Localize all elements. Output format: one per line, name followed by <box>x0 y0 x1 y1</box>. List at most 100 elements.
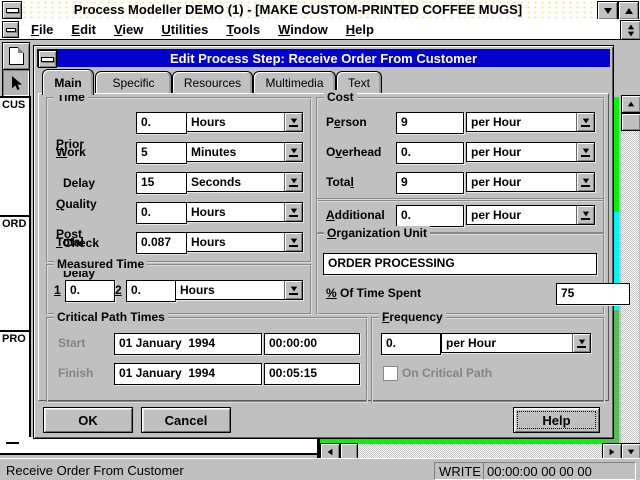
person-cost-unit-select[interactable]: per Hour <box>466 112 595 132</box>
cancel-button[interactable]: Cancel <box>141 407 231 433</box>
group-organization-unit: Organization Unit ORDER PROCESSING % Of … <box>316 233 605 315</box>
measured-1-label: 1 <box>54 284 61 297</box>
org-unit-field[interactable]: ORDER PROCESSING <box>323 253 597 275</box>
measured-unit-select[interactable]: Hours <box>175 280 303 300</box>
additional-cost-unit-select[interactable]: per Hour <box>466 205 595 225</box>
overhead-cost-label: Overhead <box>326 146 381 159</box>
time-spent-label: % Of Time Spent <box>326 287 421 300</box>
menu-item-file[interactable]: File <box>22 19 62 39</box>
tab-main[interactable]: Main <box>42 69 94 95</box>
tab-specific[interactable]: Specific <box>95 71 172 94</box>
menu-item-window[interactable]: Window <box>269 19 337 39</box>
diagram-lane-strip: CUS ORD PRO <box>0 96 31 454</box>
status-bar: Receive Order From Customer WRITE 00:00:… <box>0 458 640 480</box>
group-cost-label: Cost <box>324 90 357 104</box>
combo-arrow-icon[interactable] <box>284 233 302 251</box>
total-time-label: Total <box>56 236 84 249</box>
menu-item-edit[interactable]: Edit <box>62 19 105 39</box>
up-arrow-icon <box>628 102 634 107</box>
toolbar-new-button[interactable] <box>2 42 30 70</box>
child-restore-button[interactable] <box>620 20 640 40</box>
vscroll-up-button[interactable] <box>621 95 640 113</box>
measured-2-field[interactable]: 0. <box>126 280 176 302</box>
combo-arrow-icon[interactable] <box>284 143 302 161</box>
combo-arrow-icon[interactable] <box>284 173 302 191</box>
combo-arrow-icon[interactable] <box>576 113 594 131</box>
combo-arrow-icon[interactable] <box>284 203 302 221</box>
prior-delay-value-field[interactable]: 0. <box>136 112 187 134</box>
help-button[interactable]: Help <box>513 407 600 433</box>
timer-display: 00:00:00 00 00 00 <box>483 462 636 480</box>
dialog-titlebar: Edit Process Step: Receive Order From Cu… <box>37 49 610 67</box>
group-time: Time Prior Delay 0. Hours Work 5 Minutes… <box>46 97 312 263</box>
measured-1-field[interactable]: 0. <box>65 280 115 302</box>
menubar: File Edit View Utilities Tools Window He… <box>0 19 640 40</box>
write-mode-badge: WRITE <box>434 462 486 480</box>
work-value-field[interactable]: 5 <box>136 142 187 164</box>
combo-arrow-icon[interactable] <box>284 281 302 299</box>
combo-arrow-icon[interactable] <box>284 113 302 131</box>
quality-check-value-field[interactable]: 15 <box>136 172 187 194</box>
total-cost-field[interactable]: 9 <box>396 172 464 194</box>
minimize-icon <box>604 8 612 14</box>
total-time-unit-select[interactable]: Hours <box>186 232 303 252</box>
right-arrow-icon <box>610 448 615 454</box>
vscroll-track[interactable] <box>621 95 639 458</box>
person-cost-field[interactable]: 9 <box>396 112 464 134</box>
group-critical-path-label: Critical Path Times <box>54 310 168 324</box>
person-cost-label: Person <box>326 116 367 129</box>
vscroll-thumb[interactable] <box>621 113 640 131</box>
lane-divider <box>0 215 29 217</box>
status-message: Receive Order From Customer <box>6 463 184 478</box>
group-measured-time-label: Measured Time <box>54 257 147 271</box>
group-critical-path: Critical Path Times Start 01 January 199… <box>46 317 368 403</box>
arrow-cursor-icon <box>8 75 24 91</box>
menu-item-utilities[interactable]: Utilities <box>152 19 217 39</box>
combo-arrow-icon[interactable] <box>576 143 594 161</box>
combo-arrow-icon[interactable] <box>576 206 594 224</box>
post-delay-unit-select[interactable]: Hours <box>186 202 303 222</box>
menu-item-tools[interactable]: Tools <box>217 19 269 39</box>
combo-arrow-icon[interactable] <box>572 334 590 352</box>
application-window: Process Modeller DEMO (1) - [MAKE CUSTOM… <box>0 0 640 480</box>
measured-2-label: 2 <box>115 284 122 297</box>
app-title: Process Modeller DEMO (1) - [MAKE CUSTOM… <box>0 2 596 17</box>
prior-delay-unit-select[interactable]: Hours <box>186 112 303 132</box>
maximize-button[interactable] <box>618 1 639 20</box>
additional-cost-field[interactable]: 0. <box>396 205 464 227</box>
restore-down-icon <box>627 31 633 36</box>
work-unit-select[interactable]: Minutes <box>186 142 303 162</box>
start-time-field[interactable]: 00:00:00 <box>264 333 360 355</box>
frequency-unit-select[interactable]: per Hour <box>441 333 591 353</box>
quality-check-unit-select[interactable]: Seconds <box>186 172 303 192</box>
toolbar-select-button[interactable] <box>2 69 30 97</box>
lane-label-customer: CUS <box>2 99 25 111</box>
overhead-cost-unit-select[interactable]: per Hour <box>466 142 595 162</box>
finish-date-field[interactable]: 01 January 1994 <box>114 363 262 385</box>
work-label: Work <box>56 146 86 159</box>
combo-arrow-icon[interactable] <box>576 173 594 191</box>
group-cost: Cost Person 9 per Hour Overhead 0. per H… <box>316 97 605 202</box>
hscroll-track[interactable] <box>320 444 602 458</box>
app-titlebar: Process Modeller DEMO (1) - [MAKE CUSTOM… <box>0 0 640 20</box>
menu-item-help[interactable]: Help <box>337 19 383 39</box>
minimize-button[interactable] <box>597 1 618 20</box>
down-arrow-icon <box>628 449 634 454</box>
finish-time-field[interactable]: 00:05:15 <box>264 363 360 385</box>
ok-button[interactable]: OK <box>43 407 133 433</box>
total-cost-label: Total <box>326 176 354 189</box>
tab-resources[interactable]: Resources <box>172 71 253 94</box>
frequency-value-field[interactable]: 0. <box>381 333 441 355</box>
time-spent-field[interactable]: 75 <box>556 283 630 305</box>
overhead-cost-field[interactable]: 0. <box>396 142 464 164</box>
start-date-field[interactable]: 01 January 1994 <box>114 333 262 355</box>
maximize-icon <box>625 8 633 14</box>
total-time-value-field[interactable]: 0.087 <box>136 232 187 254</box>
start-label: Start <box>58 337 85 350</box>
menu-item-view[interactable]: View <box>105 19 152 39</box>
lane-label-order: ORD <box>2 218 26 230</box>
child-sysmenu-button[interactable] <box>2 21 19 38</box>
post-delay-value-field[interactable]: 0. <box>136 202 187 224</box>
total-cost-unit-select[interactable]: per Hour <box>466 172 595 192</box>
on-critical-path-label: On Critical Path <box>402 367 492 380</box>
